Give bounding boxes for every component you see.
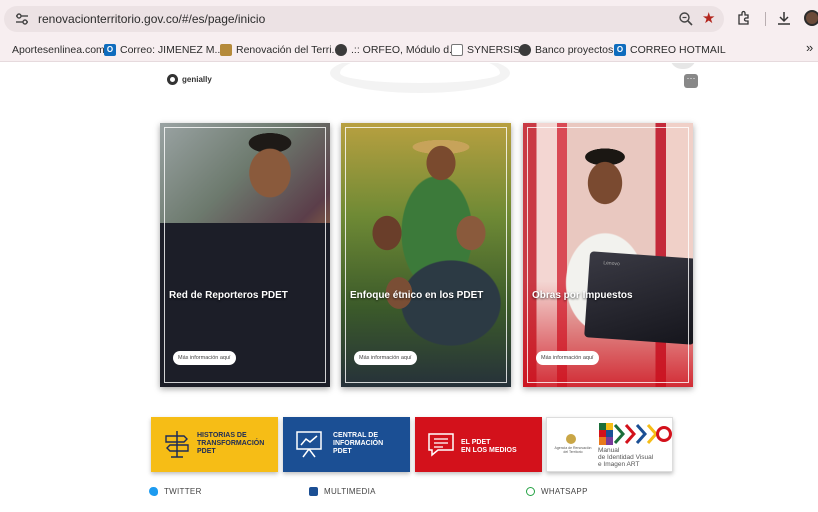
browser-toolbar: renovacionterritorio.gov.co/#/es/page/in… (0, 0, 818, 38)
card-title: Enfoque étnico en los PDET (350, 290, 484, 301)
signpost-icon (165, 431, 189, 458)
social-label: WHATSAPP (541, 487, 588, 496)
more-options-button[interactable]: ··· (684, 74, 698, 88)
site-settings-icon[interactable] (15, 13, 29, 25)
url-text[interactable]: renovacionterritorio.gov.co/#/es/page/in… (38, 12, 265, 26)
bookmark-correo-jimenez[interactable]: O Correo: JIMENEZ M... (104, 42, 223, 58)
bookmark-label: Correo: JIMENEZ M... (120, 44, 224, 56)
social-label: MULTIMEDIA (324, 487, 376, 496)
art-mosaic-logo-icon (599, 423, 672, 445)
twitter-icon (149, 487, 158, 496)
banner-pdet-medios[interactable]: EL PDET EN LOS MEDIOS (415, 417, 542, 472)
bookmark-orfeo[interactable]: .:: ORFEO, Módulo d... (335, 42, 458, 58)
card-title: Obras por Impuestos (532, 290, 633, 301)
genially-icon (167, 74, 178, 85)
genially-logo-text: genially (182, 75, 212, 84)
bookmark-label: Aportesenlinea.com (12, 44, 105, 56)
profile-avatar[interactable] (804, 10, 818, 26)
banner-historias-transformacion[interactable]: HISTORIAS DE TRANSFORMACIÓN PDET (151, 417, 278, 472)
bookmarks-bar: Aportesenlinea.com O Correo: JIMENEZ M..… (0, 38, 818, 62)
bookmark-aportesenlinea[interactable]: Aportesenlinea.com (12, 42, 105, 58)
extensions-icon[interactable] (736, 10, 752, 26)
shield-icon (220, 44, 232, 56)
agency-name: Agencia de Renovación del Territorio (554, 446, 592, 454)
banner-label: Manual de Identidad Visual e Imagen ART (598, 447, 654, 468)
genially-logo[interactable]: genially (167, 74, 212, 85)
bookmark-renovacion[interactable]: Renovación del Terri... (220, 42, 340, 58)
card-photo (341, 123, 511, 387)
more-bookmarks-chevron-icon[interactable]: » (806, 40, 813, 55)
card-title: Red de Reporteros PDET (169, 290, 288, 301)
colombia-seal-icon (566, 434, 576, 444)
twitter-link[interactable]: TWITTER (149, 487, 202, 496)
card-enfoque-etnico[interactable]: Enfoque étnico en los PDET Más informaci… (341, 123, 511, 387)
bookmark-label: Renovación del Terri... (236, 44, 341, 56)
banner-label: CENTRAL DE INFORMACIÓN PDET (333, 432, 384, 455)
decorative-tab (670, 63, 696, 69)
web-page: genially ··· Red de Reporteros PDET Más … (0, 63, 818, 512)
zoom-icon[interactable] (678, 11, 694, 27)
bookmark-star-icon[interactable]: ★ (702, 9, 715, 27)
card-photo (160, 123, 330, 387)
chart-icon (451, 44, 463, 56)
whatsapp-icon (526, 487, 535, 496)
card-obras-impuestos[interactable]: Lenovo Obras por Impuestos Más informaci… (523, 123, 693, 387)
more-info-button[interactable]: Más información aquí (536, 351, 599, 365)
decorative-shape (330, 63, 510, 93)
multimedia-link[interactable]: MULTIMEDIA (309, 487, 376, 496)
presentation-chart-icon (296, 431, 322, 458)
bookmark-label: Banco proyectos (535, 44, 614, 56)
chat-bubble-icon (428, 433, 454, 457)
bookmark-label: SYNERSIS (467, 44, 521, 56)
card-red-reporteros[interactable]: Red de Reporteros PDET Más información a… (160, 123, 330, 387)
download-icon[interactable] (776, 10, 792, 26)
banner-central-informacion[interactable]: CENTRAL DE INFORMACIÓN PDET (283, 417, 410, 472)
social-label: TWITTER (164, 487, 202, 496)
toolbar-separator (765, 12, 766, 26)
outlook-icon: O (104, 44, 116, 56)
banner-manual-identidad[interactable]: Agencia de Renovación del Territorio Man… (546, 417, 673, 472)
globe-icon (519, 44, 531, 56)
bookmark-label: CORREO HOTMAIL (630, 44, 726, 56)
globe-icon (335, 44, 347, 56)
banner-label: EL PDET EN LOS MEDIOS (461, 439, 517, 454)
bookmark-synersis[interactable]: SYNERSIS (451, 42, 520, 58)
multimedia-icon (309, 487, 318, 496)
omnibox[interactable]: renovacionterritorio.gov.co/#/es/page/in… (4, 6, 724, 32)
more-info-button[interactable]: Más información aquí (173, 351, 236, 365)
outlook-icon: O (614, 44, 626, 56)
bookmark-label: .:: ORFEO, Módulo d... (351, 44, 458, 56)
tablet-brand: Lenovo (603, 260, 620, 268)
more-info-button[interactable]: Más información aquí (354, 351, 417, 365)
banner-label: HISTORIAS DE TRANSFORMACIÓN PDET (197, 432, 265, 455)
bookmark-banco-proyectos[interactable]: Banco proyectos (519, 42, 613, 58)
bookmark-correo-hotmail[interactable]: O CORREO HOTMAIL (614, 42, 726, 58)
whatsapp-link[interactable]: WHATSAPP (526, 487, 588, 496)
